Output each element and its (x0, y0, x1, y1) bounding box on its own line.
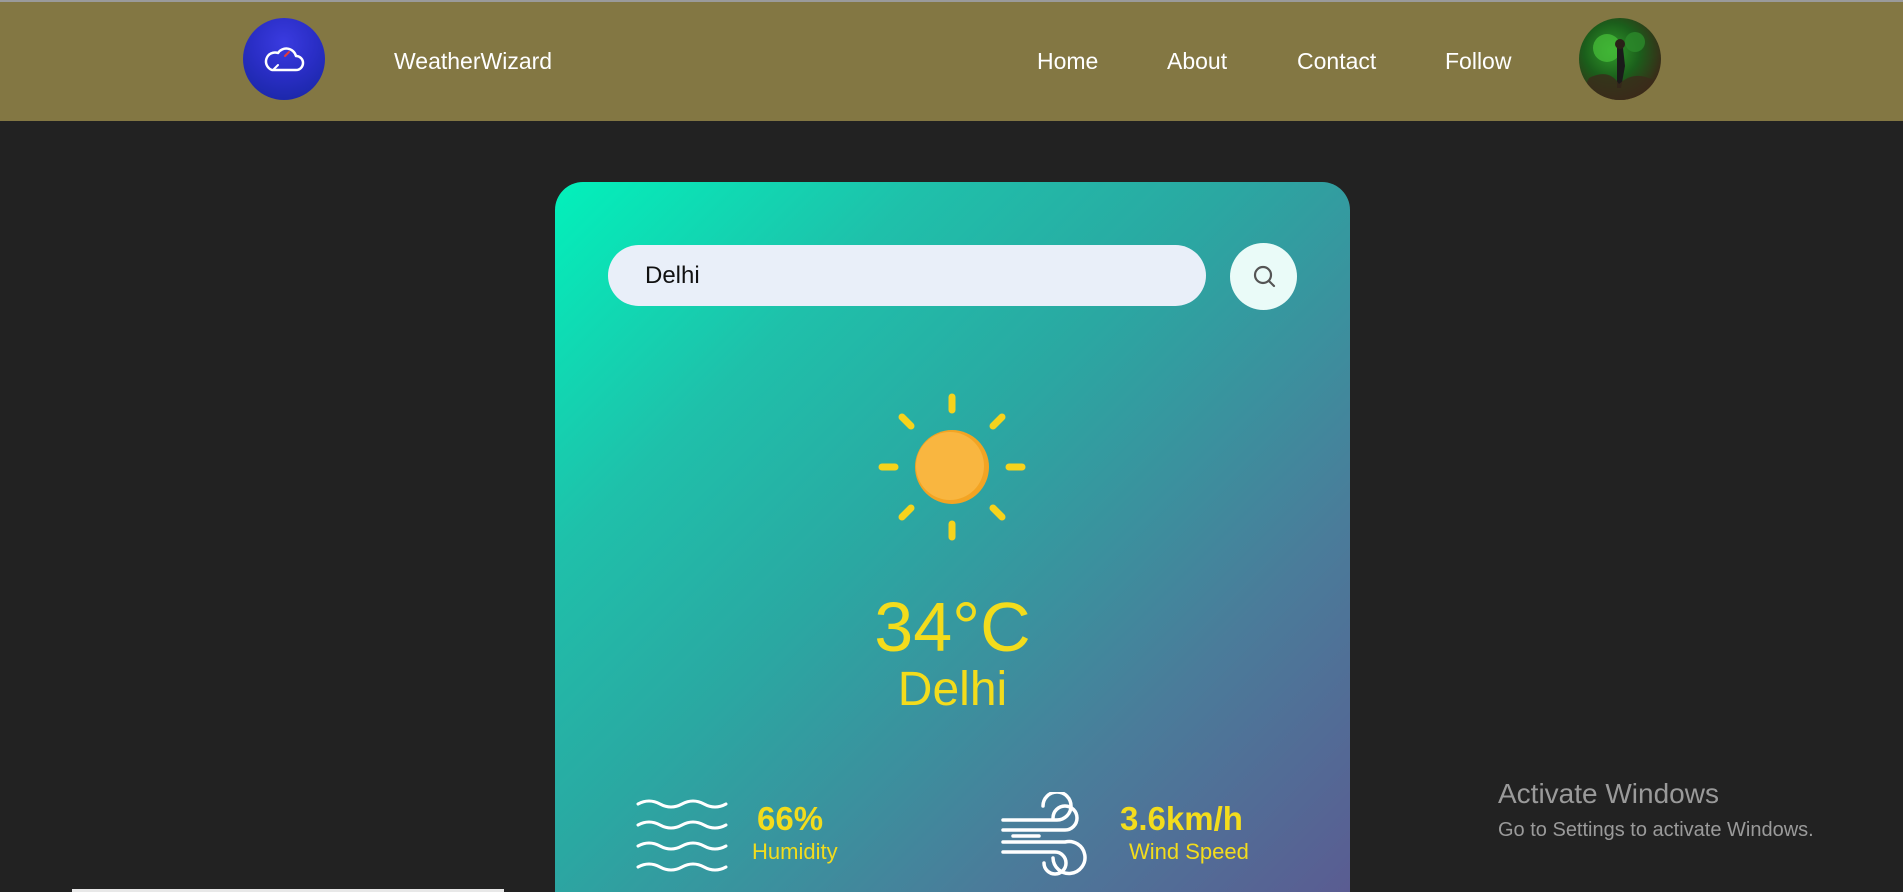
cloud-icon (264, 47, 305, 72)
search-icon (1253, 265, 1275, 287)
profile-avatar[interactable] (1579, 18, 1661, 100)
city-name: Delhi (897, 663, 1008, 716)
brand-name[interactable]: WeatherWizard (394, 48, 552, 75)
navbar: WeatherWizard Home About Contact Follow (0, 2, 1903, 121)
logo[interactable] (243, 18, 325, 100)
humidity-icon (636, 799, 728, 872)
sun-icon (878, 393, 1026, 541)
activate-windows-title: Activate Windows (1498, 778, 1719, 809)
humidity-value: 66% (757, 800, 824, 837)
temperature: 34°C (874, 588, 1031, 666)
wind-speed-value: 3.6km/h (1120, 800, 1243, 837)
avatar-image (1579, 32, 1661, 100)
humidity-label: Humidity (752, 839, 838, 864)
weather-card: 34°C Delhi 66% Humidity 3.6km/h Wind Spe… (555, 182, 1350, 892)
city-search-input[interactable] (608, 245, 1206, 306)
nav-contact[interactable]: Contact (1297, 48, 1376, 75)
search-button[interactable] (1230, 243, 1297, 310)
nav-home[interactable]: Home (1037, 48, 1098, 75)
activate-windows-subtitle: Go to Settings to activate Windows. (1498, 819, 1814, 841)
wind-icon (1001, 792, 1087, 876)
nav-follow[interactable]: Follow (1445, 48, 1511, 75)
wind-speed-label: Wind Speed (1129, 839, 1249, 864)
nav-about[interactable]: About (1167, 48, 1227, 75)
